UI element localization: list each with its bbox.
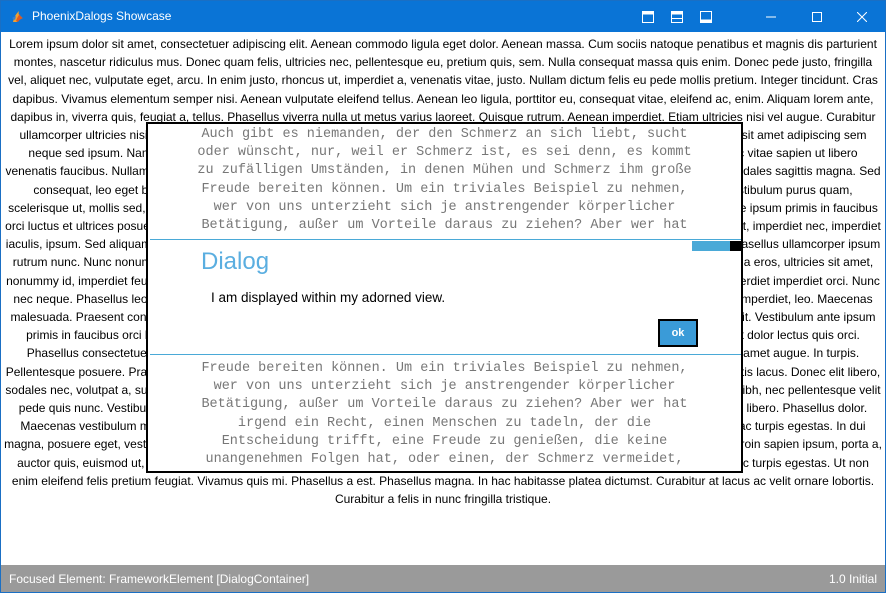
title-bar[interactable]: PhoenixDalogs Showcase — [1, 1, 885, 32]
maximize-icon[interactable] — [794, 1, 840, 32]
adorned-text-bottom: Freude bereiten können. Um ein triviales… — [201, 361, 688, 468]
window-layout-icon-3[interactable] — [691, 1, 720, 32]
close-icon[interactable] — [839, 1, 885, 32]
adorned-text-top: Auch gibt es niemanden, der den Schmerz … — [197, 127, 692, 234]
window-title: PhoenixDalogs Showcase — [32, 9, 172, 23]
content-area: Lorem ipsum dolor sit amet, consectetuer… — [1, 32, 885, 565]
dialog-container: Dialog I am displayed within my adorned … — [150, 239, 741, 355]
dialog-accent-block — [730, 241, 741, 251]
adorned-view: Auch gibt es niemanden, der den Schmerz … — [146, 122, 743, 473]
version-label: 1.0 Initial — [828, 572, 877, 586]
focused-element-status: Focused Element: FrameworkElement [Dialo… — [9, 572, 310, 586]
phoenix-app-icon — [10, 8, 26, 24]
dialog-message: I am displayed within my adorned view. — [211, 290, 446, 305]
dialog-title: Dialog — [201, 248, 270, 275]
status-bar: Focused Element: FrameworkElement [Dialo… — [1, 565, 885, 592]
ok-button[interactable]: ok — [658, 319, 698, 347]
window-layout-icon-2[interactable] — [662, 1, 691, 32]
dialog-accent-bar — [692, 241, 730, 251]
window-layout-icon-1[interactable] — [633, 1, 662, 32]
main-window: PhoenixDalogs Showcase Lorem ipsum dolor… — [0, 0, 886, 593]
minimize-icon[interactable] — [748, 1, 794, 32]
